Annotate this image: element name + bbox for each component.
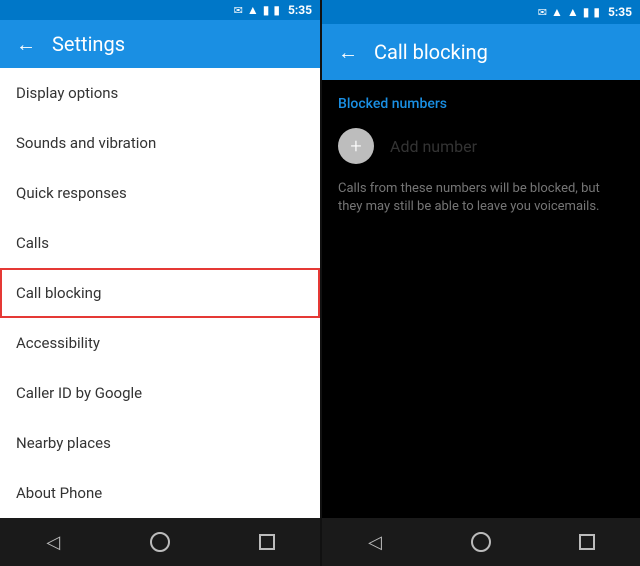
right-status-bar: ▲ ▲ ▮ ▮ 5:35 (322, 0, 640, 24)
right-wifi-icon: ▲ (567, 5, 579, 19)
left-panel: ▲ ▮ ▮ 5:35 ← Settings Display options So… (0, 0, 320, 566)
mail-icon (234, 3, 243, 17)
menu-item-calls[interactable]: Calls (0, 218, 320, 268)
right-mail-icon (538, 5, 547, 19)
settings-menu: Display options Sounds and vibration Qui… (0, 68, 320, 518)
battery-icon: ▮ (273, 3, 280, 17)
call-blocking-content: Blocked numbers + Add number Calls from … (322, 80, 640, 518)
recent-apps-icon (259, 534, 275, 550)
left-back-button[interactable]: ← (16, 32, 36, 57)
left-nav-back[interactable]: ◁ (23, 518, 83, 566)
menu-item-about-phone[interactable]: About Phone (0, 468, 320, 518)
right-status-time: 5:35 (608, 5, 632, 19)
left-bottom-nav: ◁ (0, 518, 320, 566)
left-toolbar: ← Settings (0, 20, 320, 68)
menu-item-sounds-vibration[interactable]: Sounds and vibration (0, 118, 320, 168)
left-toolbar-title: Settings (52, 32, 304, 56)
right-bottom-nav: ◁ (322, 518, 640, 566)
right-battery-icon: ▮ (593, 5, 600, 19)
right-toolbar-title: Call blocking (374, 40, 624, 64)
add-number-icon: + (338, 128, 374, 164)
right-recent-apps-icon (579, 534, 595, 550)
left-status-icons: ▲ ▮ ▮ 5:35 (234, 3, 312, 17)
right-nav-back[interactable]: ◁ (345, 518, 405, 566)
signal-icon: ▮ (263, 3, 270, 17)
right-home-circle-icon (471, 532, 491, 552)
menu-item-nearby-places[interactable]: Nearby places (0, 418, 320, 468)
menu-item-caller-id[interactable]: Caller ID by Google (0, 368, 320, 418)
left-status-time: 5:35 (288, 3, 312, 17)
add-number-label: Add number (390, 137, 477, 156)
call-blocking-description: Calls from these numbers will be blocked… (338, 180, 624, 216)
right-nav-recent[interactable] (557, 518, 617, 566)
left-nav-recent[interactable] (237, 518, 297, 566)
right-location-icon: ▲ (551, 5, 563, 19)
home-circle-icon (150, 532, 170, 552)
menu-item-accessibility[interactable]: Accessibility (0, 318, 320, 368)
menu-item-call-blocking[interactable]: Call blocking (0, 268, 320, 318)
right-status-icons: ▲ ▲ ▮ ▮ 5:35 (538, 5, 632, 19)
menu-item-quick-responses[interactable]: Quick responses (0, 168, 320, 218)
right-signal-icon: ▮ (583, 5, 590, 19)
add-number-row[interactable]: + Add number (338, 128, 624, 164)
right-panel: ▲ ▲ ▮ ▮ 5:35 ← Call blocking Blocked num… (320, 0, 640, 566)
wifi-icon: ▲ (247, 3, 259, 17)
left-nav-home[interactable] (130, 518, 190, 566)
right-toolbar: ← Call blocking (322, 24, 640, 80)
right-back-button[interactable]: ← (338, 40, 358, 65)
blocked-numbers-label[interactable]: Blocked numbers (338, 96, 624, 112)
left-status-bar: ▲ ▮ ▮ 5:35 (0, 0, 320, 20)
right-nav-home[interactable] (451, 518, 511, 566)
menu-item-display-options[interactable]: Display options (0, 68, 320, 118)
